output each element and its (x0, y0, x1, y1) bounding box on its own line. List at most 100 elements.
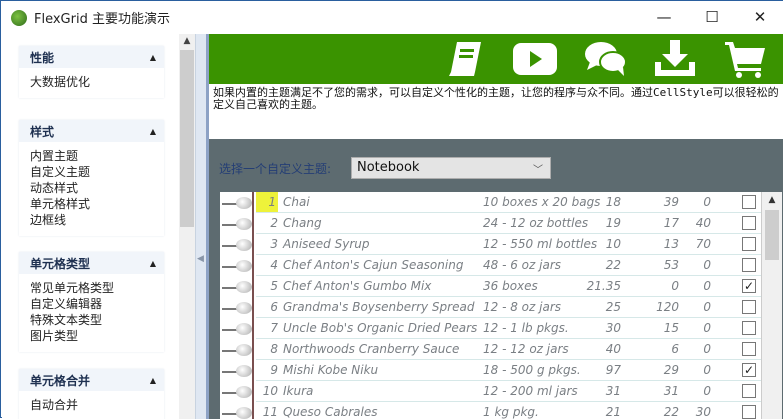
quantity-per-unit[interactable]: 12 - 8 oz jars (483, 300, 561, 314)
sidebar-item[interactable]: 自动合并 (30, 397, 153, 413)
discontinued-checkbox[interactable] (742, 237, 756, 251)
product-name[interactable]: Chai (283, 195, 310, 209)
discontinued-checkbox[interactable] (742, 195, 756, 209)
grid-scrollbar[interactable]: ▲ (761, 192, 782, 419)
table-row[interactable]: 4 Chef Anton's Cajun Seasoning 48 - 6 oz… (256, 255, 761, 276)
sidebar-item[interactable]: 图片类型 (30, 328, 153, 344)
collapse-caret-icon[interactable]: ▲ (150, 127, 156, 136)
discontinued-checkbox[interactable] (742, 300, 756, 314)
unit-price[interactable]: 31 (606, 384, 621, 398)
quantity-per-unit[interactable]: 24 - 12 oz bottles (483, 216, 588, 230)
sidebar-item[interactable]: 常见单元格类型 (30, 280, 153, 296)
quantity-per-unit[interactable]: 12 - 1 lb pkgs. (483, 321, 569, 335)
product-name[interactable]: Northwoods Cranberry Sauce (283, 342, 459, 356)
units-in-stock[interactable]: 53 (664, 258, 679, 272)
discontinued-checkbox[interactable]: ✓ (742, 279, 756, 293)
quantity-per-unit[interactable]: 18 - 500 g pkgs. (483, 363, 581, 377)
quantity-per-unit[interactable]: 1 kg pkg. (483, 405, 539, 419)
maximize-button[interactable]: ☐ (689, 1, 735, 33)
scroll-thumb[interactable] (180, 50, 194, 227)
unit-price[interactable]: 19 (606, 216, 621, 230)
play-icon[interactable] (513, 40, 557, 78)
collapse-icon[interactable]: ◀ (197, 254, 204, 264)
sidebar-item[interactable]: 内置主题 (30, 148, 153, 164)
units-in-stock[interactable]: 22 (664, 405, 679, 419)
product-name[interactable]: Chef Anton's Gumbo Mix (283, 279, 431, 293)
table-row[interactable]: 7 Uncle Bob's Organic Dried Pears 12 - 1… (256, 318, 761, 339)
sidebar-item[interactable]: 自定义编辑器 (30, 296, 153, 312)
units-in-stock[interactable]: 120 (656, 300, 679, 314)
quantity-per-unit[interactable]: 12 - 550 ml bottles (483, 237, 597, 251)
unit-price[interactable]: 40 (606, 342, 621, 356)
scroll-up-icon[interactable]: ▲ (179, 36, 195, 46)
cart-icon[interactable] (723, 40, 767, 78)
units-on-order[interactable]: 0 (703, 195, 711, 209)
unit-price[interactable]: 18 (606, 195, 621, 209)
units-on-order[interactable]: 70 (696, 237, 711, 251)
book-icon[interactable] (443, 40, 487, 78)
chat-icon[interactable] (584, 40, 628, 78)
table-row[interactable]: 10 Ikura 12 - 200 ml jars 31 31 0 (256, 381, 761, 402)
unit-price[interactable]: 10 (606, 237, 621, 251)
table-row[interactable]: 5 Chef Anton's Gumbo Mix 36 boxes 21.35 … (256, 276, 761, 297)
units-in-stock[interactable]: 15 (664, 321, 679, 335)
unit-price[interactable]: 30 (606, 321, 621, 335)
collapse-caret-icon[interactable]: ▲ (150, 376, 156, 385)
sidebar-group-header[interactable]: 单元格合并 ▲ (19, 369, 164, 391)
product-name[interactable]: Chang (283, 216, 322, 230)
table-row[interactable]: 9 Mishi Kobe Niku 18 - 500 g pkgs. 97 29… (256, 360, 761, 381)
sidebar-scrollbar[interactable]: ▲ (179, 34, 195, 419)
product-name[interactable]: Mishi Kobe Niku (283, 363, 378, 377)
theme-select[interactable]: Notebook ﹀ (351, 157, 551, 179)
sidebar-item[interactable]: 自定义主题 (30, 164, 153, 180)
discontinued-checkbox[interactable] (742, 405, 756, 419)
sidebar-item[interactable]: 单元格样式 (30, 196, 153, 212)
product-name[interactable]: Ikura (283, 384, 313, 398)
units-on-order[interactable]: 0 (703, 342, 711, 356)
product-name[interactable]: Queso Cabrales (283, 405, 377, 419)
discontinued-checkbox[interactable]: ✓ (742, 363, 756, 377)
units-on-order[interactable]: 30 (696, 405, 711, 419)
discontinued-checkbox[interactable] (742, 384, 756, 398)
product-name[interactable]: Uncle Bob's Organic Dried Pears (283, 321, 477, 335)
units-in-stock[interactable]: 39 (664, 195, 679, 209)
discontinued-checkbox[interactable] (742, 342, 756, 356)
table-row[interactable]: 1 Chai 10 boxes x 20 bags 18 39 0 (256, 192, 761, 213)
discontinued-checkbox[interactable] (742, 321, 756, 335)
quantity-per-unit[interactable]: 10 boxes x 20 bags (483, 195, 600, 209)
discontinued-checkbox[interactable] (742, 216, 756, 230)
sidebar-item[interactable]: 大数据优化 (30, 74, 153, 90)
units-in-stock[interactable]: 13 (664, 237, 679, 251)
unit-price[interactable]: 21 (606, 405, 621, 419)
table-row[interactable]: 6 Grandma's Boysenberry Spread 12 - 8 oz… (256, 297, 761, 318)
units-on-order[interactable]: 0 (703, 300, 711, 314)
collapse-caret-icon[interactable]: ▲ (150, 53, 156, 62)
units-in-stock[interactable]: 29 (664, 363, 679, 377)
units-in-stock[interactable]: 17 (664, 216, 679, 230)
sidebar-group-header[interactable]: 性能 ▲ (19, 46, 164, 68)
splitter[interactable]: ◀ (195, 34, 206, 419)
sidebar-item[interactable]: 边框线 (30, 212, 153, 228)
quantity-per-unit[interactable]: 48 - 6 oz jars (483, 258, 561, 272)
table-row[interactable]: 8 Northwoods Cranberry Sauce 12 - 12 oz … (256, 339, 761, 360)
quantity-per-unit[interactable]: 12 - 200 ml jars (483, 384, 578, 398)
units-in-stock[interactable]: 6 (671, 342, 679, 356)
units-on-order[interactable]: 0 (703, 363, 711, 377)
units-on-order[interactable]: 40 (696, 216, 711, 230)
minimize-button[interactable]: — (641, 1, 687, 33)
units-on-order[interactable]: 0 (703, 258, 711, 272)
units-on-order[interactable]: 0 (703, 279, 711, 293)
units-in-stock[interactable]: 0 (671, 279, 679, 293)
units-on-order[interactable]: 0 (703, 384, 711, 398)
unit-price[interactable]: 97 (606, 363, 621, 377)
quantity-per-unit[interactable]: 12 - 12 oz jars (483, 342, 569, 356)
product-name[interactable]: Chef Anton's Cajun Seasoning (283, 258, 463, 272)
scroll-thumb[interactable] (765, 210, 779, 260)
product-name[interactable]: Grandma's Boysenberry Spread (283, 300, 474, 314)
collapse-caret-icon[interactable]: ▲ (150, 259, 156, 268)
quantity-per-unit[interactable]: 36 boxes (483, 279, 538, 293)
table-row[interactable]: 2 Chang 24 - 12 oz bottles 19 17 40 (256, 213, 761, 234)
sidebar-item[interactable]: 特殊文本类型 (30, 312, 153, 328)
sidebar-item[interactable]: 动态样式 (30, 180, 153, 196)
download-icon[interactable] (653, 40, 697, 78)
